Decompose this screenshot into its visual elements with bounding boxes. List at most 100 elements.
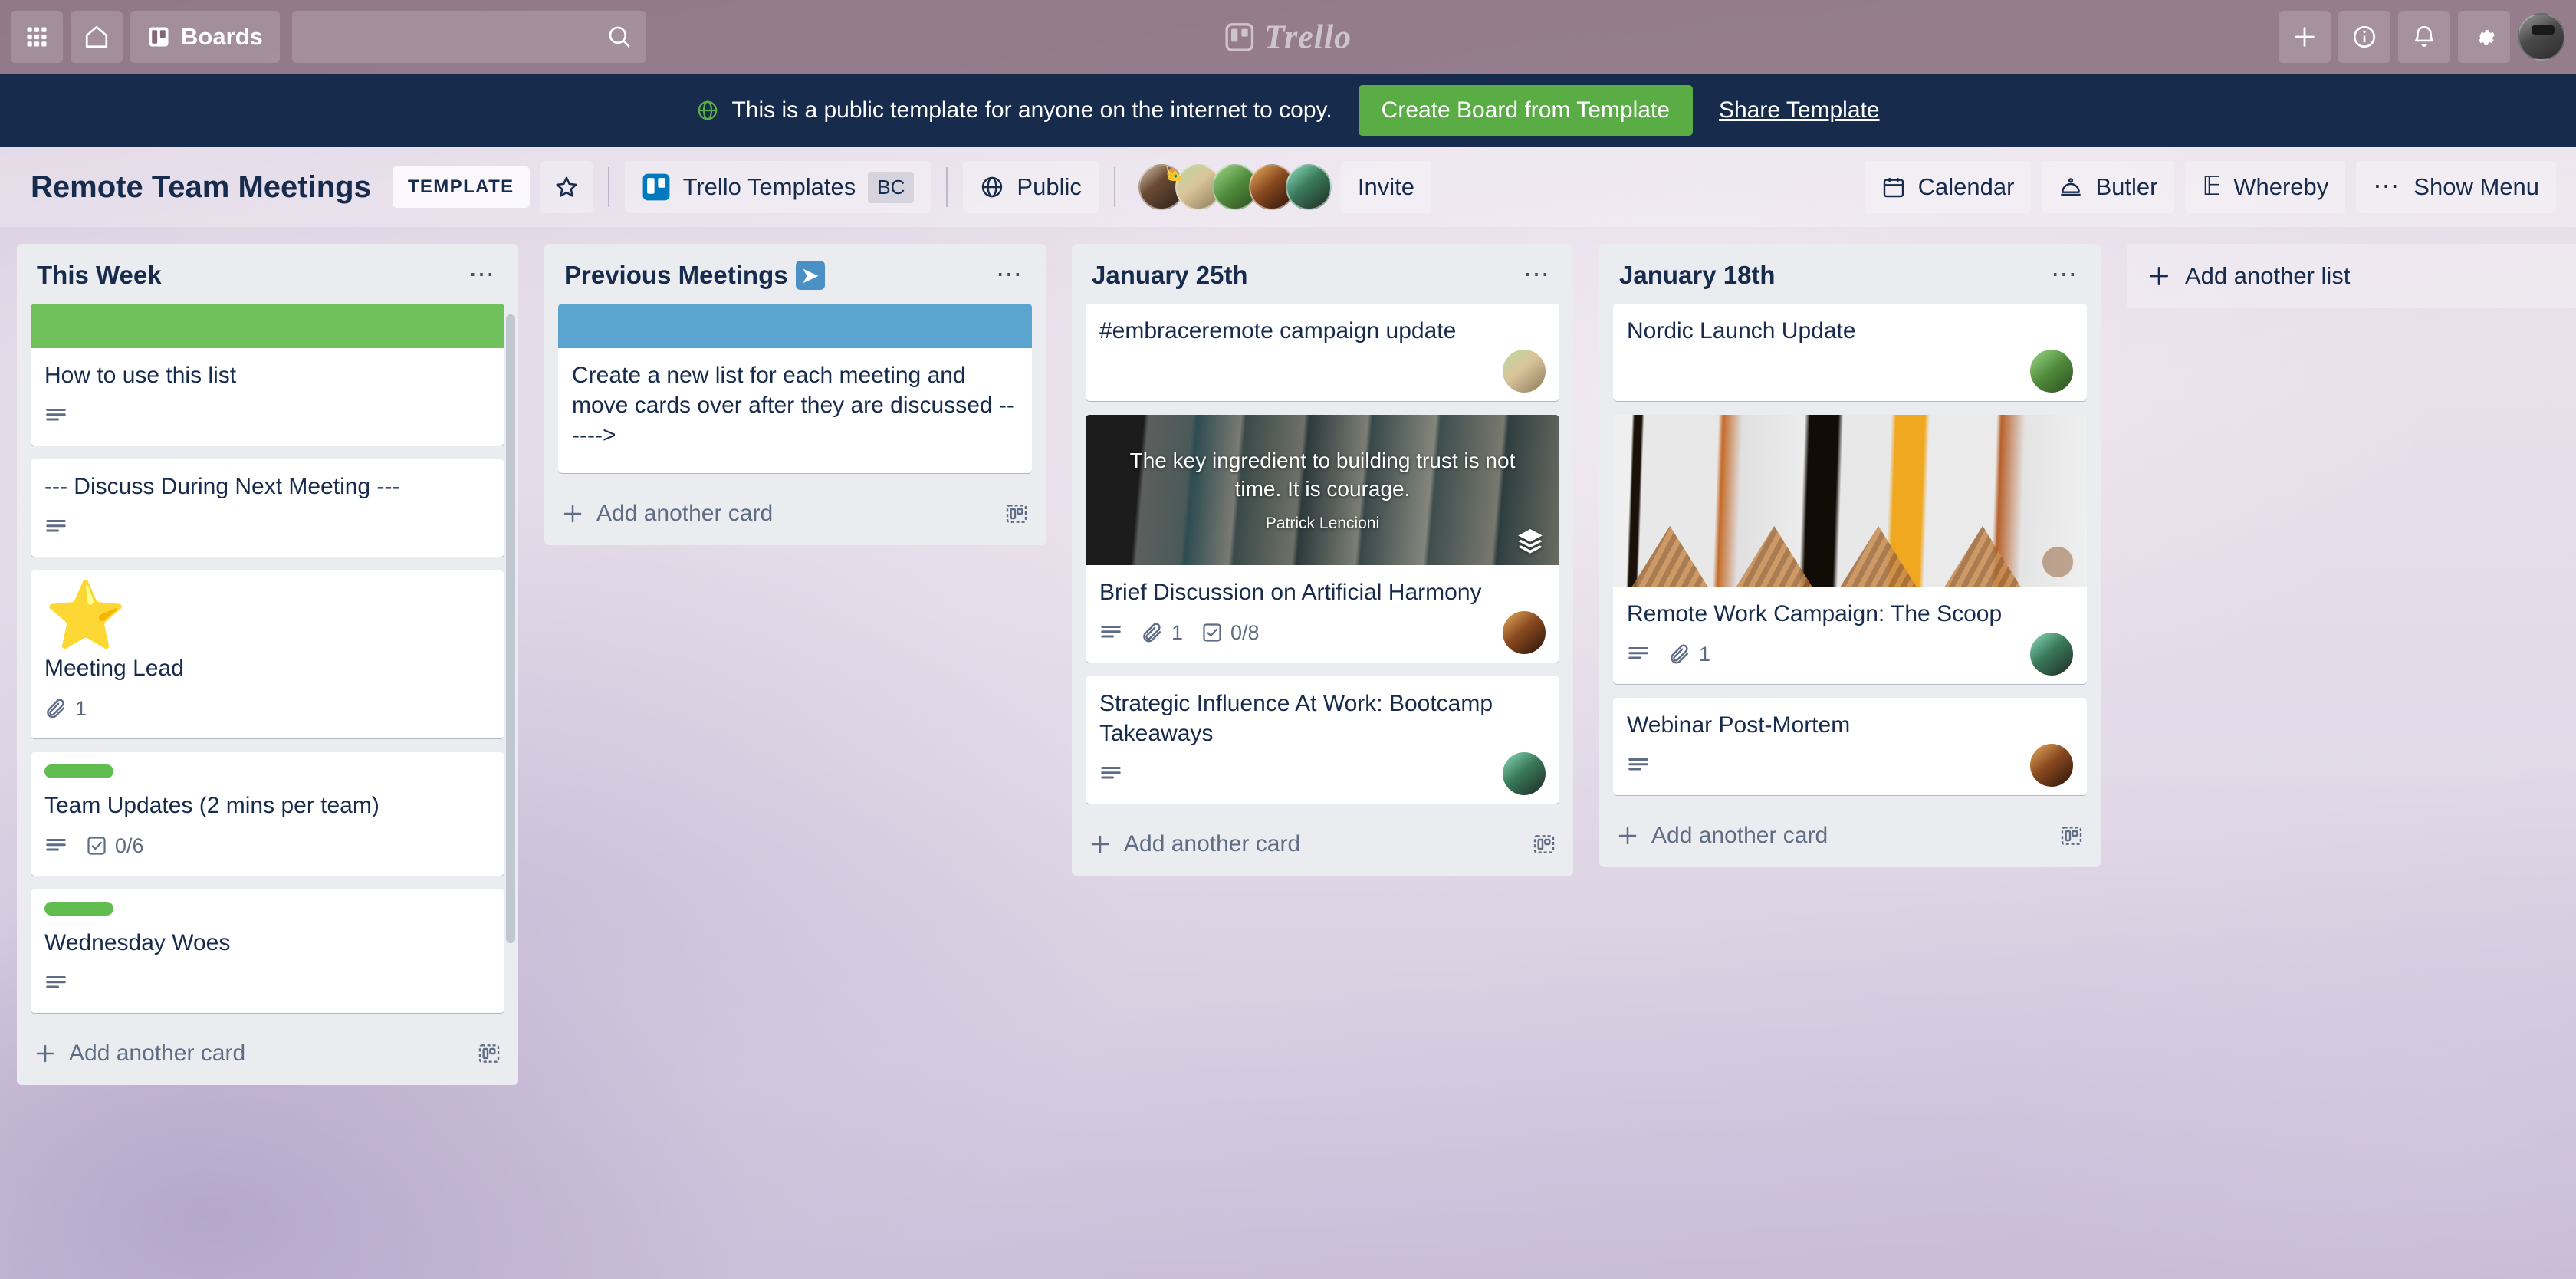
list-menu-icon[interactable]: ⋯ xyxy=(464,262,501,288)
card[interactable]: #embraceremote campaign update xyxy=(1086,304,1559,401)
card-template-icon[interactable] xyxy=(1004,501,1029,526)
card-label[interactable] xyxy=(44,764,113,778)
search-field-wrapper[interactable] xyxy=(291,11,646,63)
list-this-week: This Week ⋯ How to use this list --- Dis… xyxy=(17,244,518,1085)
plus-icon[interactable] xyxy=(2279,11,2331,63)
gear-icon[interactable] xyxy=(2458,11,2510,63)
plus-icon xyxy=(34,1042,57,1065)
card-member-avatar[interactable] xyxy=(2030,350,2073,393)
card[interactable]: Team Updates (2 mins per team) 0/6 xyxy=(31,752,504,876)
globe-icon xyxy=(696,99,719,122)
template-banner-message-row: This is a public template for anyone on … xyxy=(696,97,1332,123)
list-menu-icon[interactable]: ⋯ xyxy=(2046,262,2084,288)
invite-button[interactable]: Invite xyxy=(1340,161,1431,213)
card-template-icon[interactable] xyxy=(2059,824,2084,848)
card-badges: 1 0/8 xyxy=(1099,611,1546,654)
description-badge xyxy=(44,404,67,427)
member-avatar[interactable] xyxy=(1285,164,1332,210)
boards-button[interactable]: Boards xyxy=(130,11,280,63)
board-icon xyxy=(147,25,170,48)
list-scrollbar[interactable] xyxy=(506,314,515,943)
card-member-avatar[interactable] xyxy=(2030,744,2073,787)
add-card-button[interactable]: Add another card xyxy=(544,487,1046,544)
list-title[interactable]: January 18th xyxy=(1619,261,2046,290)
card-badges: 0/6 xyxy=(44,827,491,865)
card-title: --- Discuss During Next Meeting --- xyxy=(44,474,400,499)
visibility-button[interactable]: Public xyxy=(963,161,1099,213)
cover-quote-author: Patrick Lencioni xyxy=(1265,515,1380,532)
top-navigation-bar: Boards Trello xyxy=(0,0,2576,74)
board-header: Remote Team Meetings TEMPLATE Trello Tem… xyxy=(0,147,2576,227)
list-title[interactable]: Previous Meetings ➤ xyxy=(564,261,991,290)
card[interactable]: How to use this list xyxy=(31,304,504,446)
apps-grid-icon[interactable] xyxy=(11,11,63,63)
show-menu-label: Show Menu xyxy=(2413,173,2539,200)
share-template-link[interactable]: Share Template xyxy=(1719,97,1880,123)
card[interactable]: The key ingredient to building trust is … xyxy=(1086,415,1559,663)
card-title: How to use this list xyxy=(44,363,237,388)
card[interactable]: Wednesday Woes xyxy=(31,889,504,1013)
card[interactable]: --- Discuss During Next Meeting --- xyxy=(31,459,504,557)
list-title[interactable]: This Week xyxy=(37,261,464,290)
attachment-count: 1 xyxy=(1699,642,1711,666)
card-title: Team Updates (2 mins per team) xyxy=(44,793,380,818)
plus-icon xyxy=(2147,264,2171,288)
add-card-button[interactable]: Add another card xyxy=(1072,817,1573,874)
board-title[interactable]: Remote Team Meetings xyxy=(20,170,382,205)
calendar-button[interactable]: Calendar xyxy=(1864,161,2032,213)
card-template-icon[interactable] xyxy=(477,1041,501,1066)
globe-icon xyxy=(980,175,1004,199)
card-member-avatar[interactable] xyxy=(2030,633,2073,676)
card[interactable]: Nordic Launch Update xyxy=(1613,304,2087,401)
card-title: Brief Discussion on Artificial Harmony xyxy=(1099,580,1482,605)
card[interactable]: Remote Work Campaign: The Scoop 1 xyxy=(1613,415,2087,684)
add-card-button[interactable]: Add another card xyxy=(17,1027,518,1083)
card-member-avatar[interactable] xyxy=(1503,752,1546,795)
description-icon xyxy=(44,834,67,857)
add-list-button[interactable]: Add another list xyxy=(2127,244,2576,308)
star-emoji-icon: ⭐ xyxy=(44,579,127,653)
card[interactable]: Create a new list for each meeting and m… xyxy=(558,304,1032,473)
list-january-18th: January 18th ⋯ Nordic Launch Update Remo… xyxy=(1599,244,2101,867)
bell-icon[interactable] xyxy=(2398,11,2450,63)
card-member-avatar[interactable] xyxy=(1503,611,1546,654)
search-icon[interactable] xyxy=(606,24,632,50)
checklist-badge: 0/6 xyxy=(86,834,144,858)
add-card-label: Add another card xyxy=(69,1041,246,1066)
create-board-from-template-button[interactable]: Create Board from Template xyxy=(1358,85,1693,136)
user-avatar[interactable] xyxy=(2518,13,2565,61)
home-icon[interactable] xyxy=(71,11,123,63)
card-cover-image: The key ingredient to building trust is … xyxy=(1086,415,1559,565)
card[interactable]: ⭐ Meeting Lead 1 xyxy=(31,570,504,738)
description-icon xyxy=(44,404,67,427)
butler-button[interactable]: Butler xyxy=(2042,161,2175,213)
list-title[interactable]: January 25th xyxy=(1092,261,1519,290)
add-card-button[interactable]: Add another card xyxy=(1599,809,2101,866)
card-title: Strategic Influence At Work: Bootcamp Ta… xyxy=(1099,691,1493,746)
board-canvas: This Week ⋯ How to use this list --- Dis… xyxy=(0,227,2576,1279)
card-template-icon[interactable] xyxy=(1532,832,1556,857)
card-member-avatar[interactable] xyxy=(1503,350,1546,393)
list-menu-icon[interactable]: ⋯ xyxy=(991,262,1029,288)
ellipsis-icon: ⋯ xyxy=(2373,172,2402,202)
star-outline-icon[interactable] xyxy=(540,161,593,213)
plus-icon xyxy=(1089,833,1112,856)
add-card-label: Add another card xyxy=(1124,831,1301,857)
search-input[interactable] xyxy=(305,11,606,63)
card-label[interactable] xyxy=(44,902,113,916)
list-menu-icon[interactable]: ⋯ xyxy=(1519,262,1556,288)
add-card-label: Add another card xyxy=(1651,823,1829,848)
show-menu-button[interactable]: ⋯ Show Menu xyxy=(2356,161,2556,213)
info-icon[interactable] xyxy=(2338,11,2390,63)
workspace-button[interactable]: Trello Templates BC xyxy=(624,161,932,213)
description-badge xyxy=(44,515,67,538)
description-badge xyxy=(1627,754,1650,777)
card-badges xyxy=(1099,350,1546,393)
card[interactable]: Strategic Influence At Work: Bootcamp Ta… xyxy=(1086,676,1559,804)
description-icon xyxy=(1627,754,1650,777)
cover-stamp-icon xyxy=(2041,545,2075,579)
whereby-button[interactable]: 𝔼 Whereby xyxy=(2185,161,2346,213)
card[interactable]: Webinar Post-Mortem xyxy=(1613,698,2087,795)
checklist-badge: 0/8 xyxy=(1201,621,1260,645)
trello-wordmark: Trello xyxy=(1263,18,1352,56)
